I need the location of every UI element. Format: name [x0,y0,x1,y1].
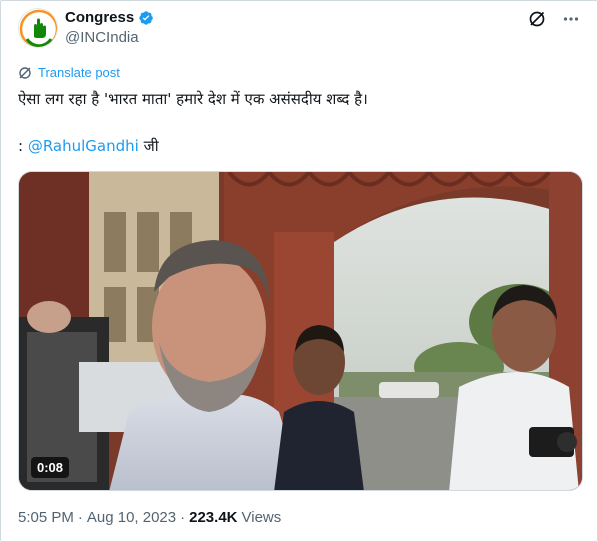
tweet-text-line2: : @RahulGandhi जी [18,136,159,156]
video-frame [19,172,582,490]
display-name[interactable]: Congress [65,9,134,26]
grok-slash-icon[interactable] [527,9,547,29]
top-actions [527,9,581,29]
congress-logo-icon [19,9,57,47]
views-count: 223.4K [189,509,238,526]
grok-translate-icon [19,66,31,79]
tweet-prefix: : [18,137,28,155]
tweet-time[interactable]: 5:05 PM [18,509,74,526]
meta-separator: · [77,509,83,526]
meta-separator-2: · [180,509,186,526]
tweet-card: Congress @INCIndia Translate post ऐसा लग… [0,0,598,542]
avatar[interactable] [18,8,58,48]
tweet-meta: 5:05 PM · Aug 10, 2023 · 223.4K Views [18,509,281,526]
tweet-suffix: जी [138,137,159,155]
name-row: Congress [65,9,154,26]
video-player[interactable] [18,171,583,491]
translate-post-link[interactable]: Translate post [18,65,120,80]
tweet-date[interactable]: Aug 10, 2023 [87,509,176,526]
mention-link[interactable]: @RahulGandhi [28,137,139,155]
verified-badge-icon [139,10,154,25]
translate-post-label[interactable]: Translate post [38,65,120,80]
author-handle[interactable]: @INCIndia [65,29,139,46]
tweet-text-line1: ऐसा लग रहा है 'भारत माता' हमारे देश में … [18,90,368,108]
views-label: Views [241,509,282,526]
more-dots-icon[interactable] [561,9,581,29]
video-duration-badge: 0:08 [31,457,70,478]
